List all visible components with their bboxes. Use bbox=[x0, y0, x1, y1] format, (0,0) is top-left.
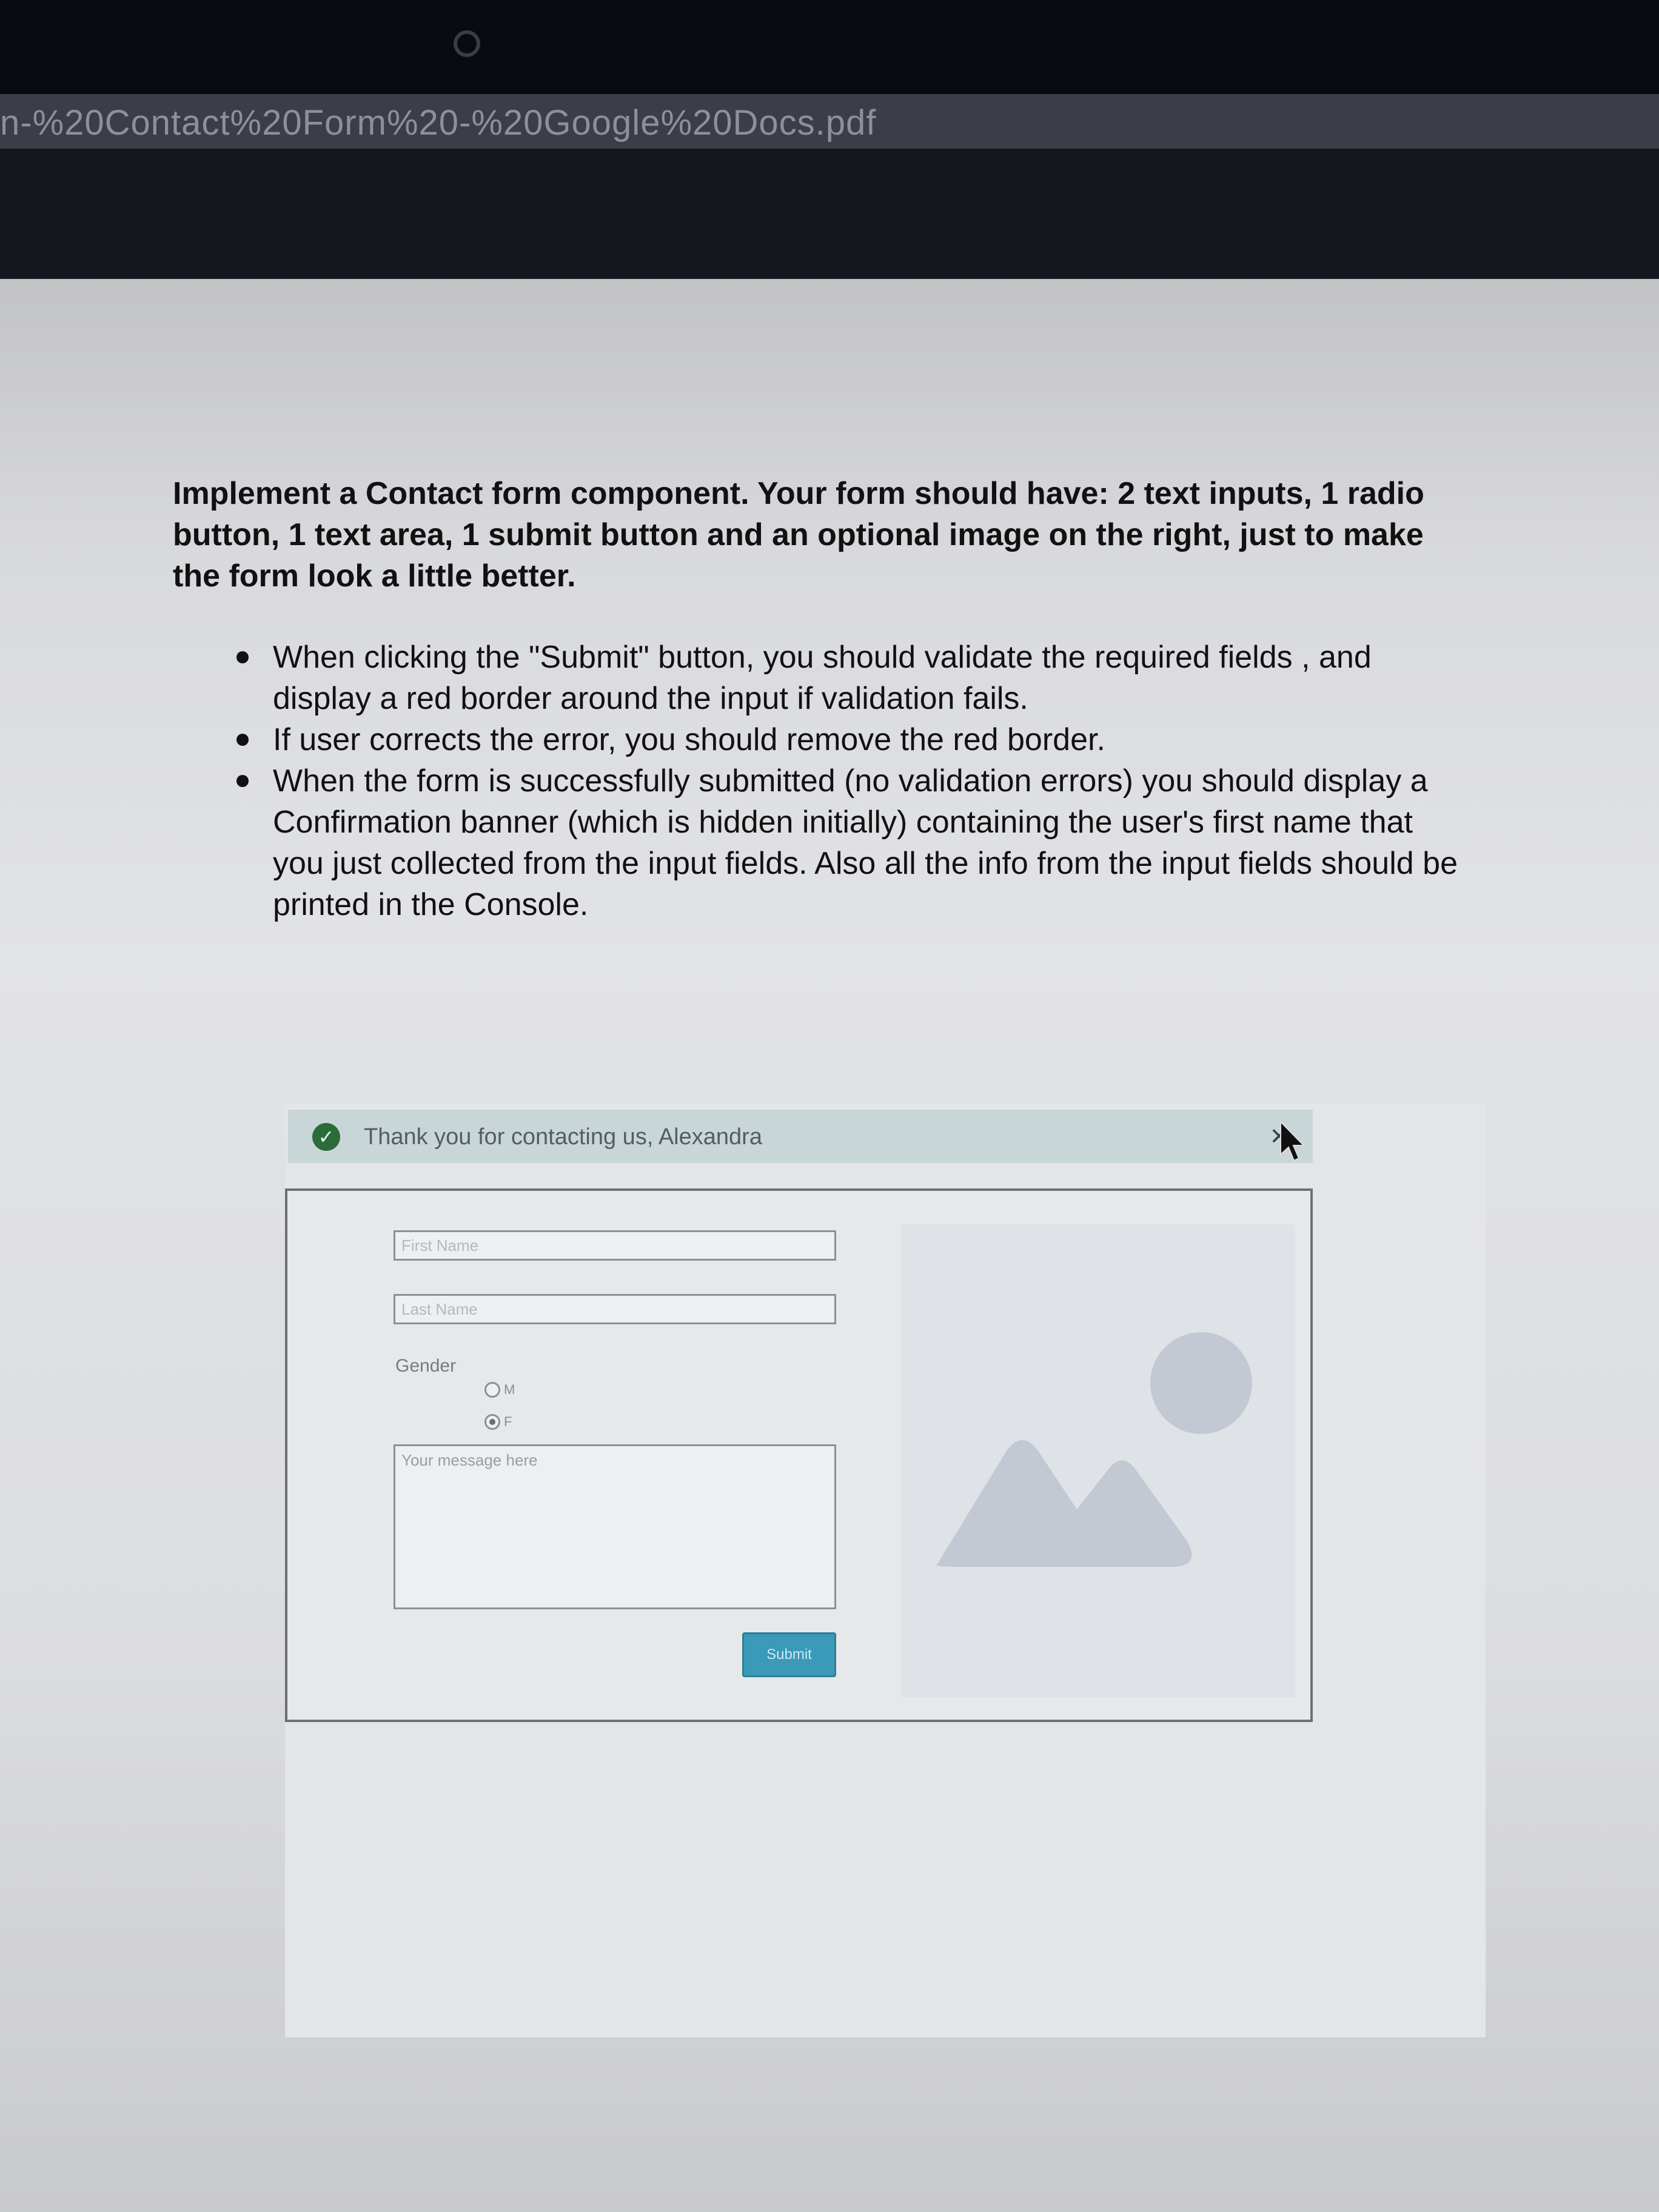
requirements-list: When clicking the "Submit" button, you s… bbox=[236, 637, 1461, 925]
list-item: When clicking the "Submit" button, you s… bbox=[236, 637, 1461, 719]
confirmation-banner: ✓ Thank you for contacting us, Alexandra… bbox=[288, 1110, 1313, 1163]
loading-icon bbox=[454, 30, 480, 57]
radio-m-label: M bbox=[504, 1382, 515, 1397]
contact-form: Gender M F Submit bbox=[285, 1188, 1313, 1722]
radio-option-m[interactable]: M bbox=[484, 1382, 515, 1398]
intro-paragraph: Implement a Contact form component. Your… bbox=[173, 476, 1424, 594]
submit-button[interactable]: Submit bbox=[742, 1632, 836, 1677]
address-bar[interactable]: n-%20Contact%20Form%20-%20Google%20Docs.… bbox=[0, 94, 1659, 149]
pdf-page: Implement a Contact form component. Your… bbox=[0, 279, 1659, 2212]
image-placeholder-icon bbox=[936, 1332, 1252, 1567]
first-name-input[interactable] bbox=[394, 1230, 836, 1261]
image-placeholder bbox=[901, 1224, 1295, 1697]
radio-option-f[interactable]: F bbox=[484, 1414, 512, 1430]
banner-text: Thank you for contacting us, Alexandra bbox=[364, 1124, 762, 1150]
radio-m[interactable] bbox=[484, 1382, 500, 1398]
list-item: If user corrects the error, you should r… bbox=[236, 719, 1461, 760]
url-text: n-%20Contact%20Form%20-%20Google%20Docs.… bbox=[0, 103, 877, 142]
pdf-viewer-toolbar bbox=[0, 149, 1659, 279]
check-circle-icon: ✓ bbox=[312, 1123, 340, 1151]
list-item: When the form is successfully submitted … bbox=[236, 760, 1461, 925]
gender-label: Gender bbox=[395, 1356, 457, 1376]
radio-f-label: F bbox=[504, 1414, 512, 1429]
last-name-input[interactable] bbox=[394, 1294, 836, 1324]
radio-f[interactable] bbox=[484, 1414, 500, 1430]
message-textarea[interactable] bbox=[394, 1444, 836, 1609]
window-titlebar bbox=[0, 0, 1659, 94]
mouse-pointer-icon bbox=[1280, 1121, 1305, 1162]
